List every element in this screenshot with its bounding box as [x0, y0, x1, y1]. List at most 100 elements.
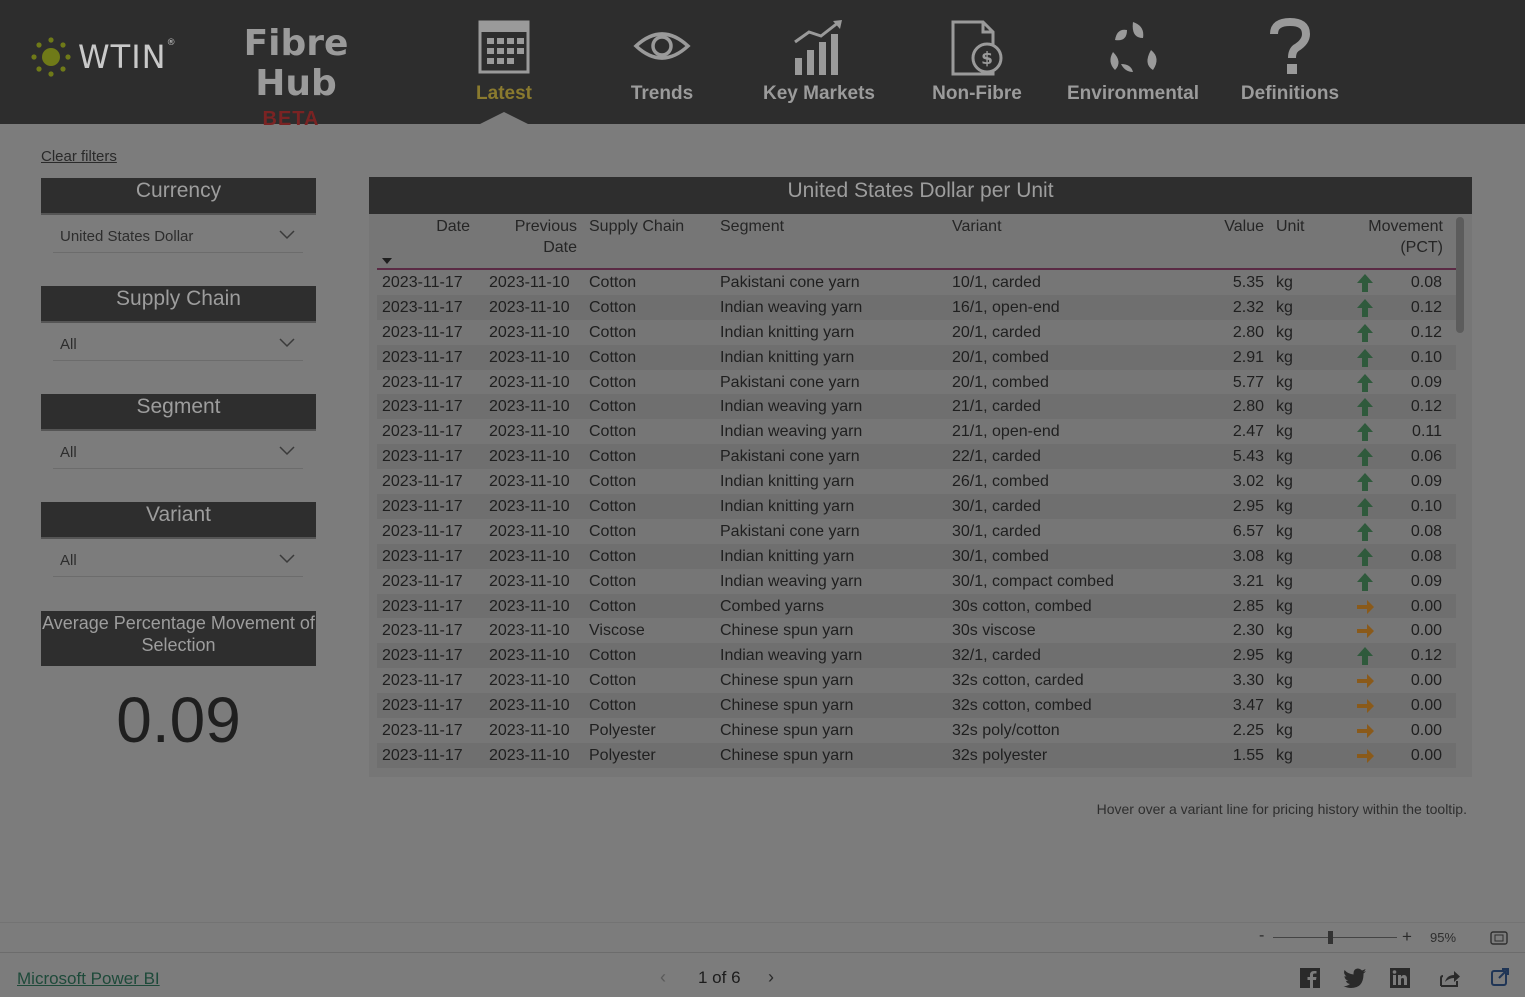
segment-dropdown[interactable]: All: [53, 437, 303, 469]
cell-movement: 0.08: [1410, 274, 1442, 291]
cell-supply-chain: Cotton: [589, 323, 637, 341]
zoom-out-button[interactable]: -: [1259, 927, 1264, 945]
cell-movement: 0.00: [1410, 622, 1442, 640]
facebook-icon[interactable]: [1299, 967, 1321, 989]
arrow-up-icon: [1357, 647, 1373, 666]
variant-dropdown[interactable]: All: [53, 545, 303, 577]
sort-descending-icon[interactable]: [382, 258, 392, 264]
currency-dropdown[interactable]: United States Dollar: [53, 221, 303, 253]
table-row[interactable]: 2023-11-17 2023-11-10 Cotton Pakistani cone…: [377, 444, 1456, 470]
nav-latest[interactable]: Latest: [425, 0, 583, 124]
cell-segment: Indian knitting yarn: [720, 498, 855, 516]
cell-movement: 0.00: [1410, 746, 1442, 764]
cell-variant: 20/1, combed: [952, 373, 1049, 391]
clear-filters-link[interactable]: Clear filters: [41, 148, 117, 165]
nav-key-markets[interactable]: Key Markets: [740, 0, 898, 124]
cell-previous-date: 2023-11-10: [489, 274, 570, 291]
cell-value: 2.47: [1232, 423, 1264, 441]
cell-unit: kg: [1276, 597, 1293, 615]
twitter-icon[interactable]: [1343, 967, 1367, 989]
cell-supply-chain: Cotton: [589, 672, 637, 690]
cell-date: 2023-11-17: [382, 423, 463, 441]
cell-value: 5.35: [1232, 274, 1264, 291]
table-row[interactable]: 2023-11-17 2023-11-10 Polyester Chinese spu…: [377, 742, 1456, 768]
zoom-slider-thumb[interactable]: [1328, 931, 1333, 944]
cell-value: 2.85: [1232, 597, 1264, 615]
table-row[interactable]: 2023-11-17 2023-11-10 Cotton Indian knittin…: [377, 320, 1456, 345]
table-row[interactable]: 2023-11-17 2023-11-10 Cotton Indian weaving…: [377, 569, 1456, 594]
arrow-up-icon: [1357, 522, 1373, 541]
col-header-supply-chain[interactable]: Supply Chain: [589, 216, 684, 237]
nav-environmental[interactable]: Environmental: [1054, 0, 1212, 124]
table-row[interactable]: 2023-11-17 2023-11-10 Cotton Indian weaving…: [377, 394, 1456, 420]
cell-movement: 0.12: [1410, 323, 1442, 341]
table-row[interactable]: 2023-11-17 2023-11-10 Cotton Pakistani cone…: [377, 270, 1456, 295]
table-row[interactable]: 2023-11-17 2023-11-10 Cotton Indian knittin…: [377, 543, 1456, 569]
cell-variant: 30s viscose: [952, 622, 1036, 640]
table-row[interactable]: 2023-11-17 2023-11-10 Cotton Pakistani cone…: [377, 370, 1456, 395]
col-header-date[interactable]: Date: [409, 216, 470, 237]
cell-date: 2023-11-17: [382, 572, 463, 590]
cell-unit: kg: [1276, 622, 1293, 640]
cell-value: 5.43: [1232, 448, 1264, 466]
top-banner: WTIN® Fibre Hub BETA Latest Trends Key M…: [0, 0, 1525, 130]
cell-unit: kg: [1276, 448, 1293, 466]
next-page-button[interactable]: ›: [768, 967, 774, 988]
table-row[interactable]: 2023-11-17 2023-11-10 Cotton Combed yarns 30…: [377, 593, 1456, 619]
table-row[interactable]: 2023-11-17 2023-11-10 Cotton Indian knittin…: [377, 494, 1456, 519]
col-header-movement[interactable]: Movement (PCT): [1333, 216, 1443, 258]
cell-segment: Chinese spun yarn: [720, 697, 854, 715]
zoom-slider-track[interactable]: [1273, 937, 1397, 938]
table-row[interactable]: 2023-11-17 2023-11-10 Cotton Pakistani cone…: [377, 519, 1456, 544]
col-header-segment[interactable]: Segment: [720, 216, 784, 237]
share-icon[interactable]: [1439, 967, 1461, 989]
wtin-logo[interactable]: WTIN®: [30, 36, 177, 78]
col-header-previous-date[interactable]: Previous Date: [489, 216, 577, 258]
table-row[interactable]: 2023-11-17 2023-11-10 Cotton Indian knittin…: [377, 469, 1456, 494]
cell-previous-date: 2023-11-10: [489, 597, 570, 615]
chevron-down-icon: [279, 554, 295, 564]
table-row[interactable]: 2023-11-17 2023-11-10 Viscose Chinese spun …: [377, 618, 1456, 643]
table-row[interactable]: 2023-11-17 2023-11-10 Cotton Chinese spun y…: [377, 693, 1456, 719]
cell-previous-date: 2023-11-10: [489, 547, 570, 565]
supply-chain-dropdown[interactable]: All: [53, 329, 303, 361]
question-mark-icon: [1270, 18, 1311, 74]
cell-value: 5.77: [1232, 373, 1264, 391]
powerbi-link[interactable]: Microsoft Power BI: [17, 969, 160, 989]
cell-variant: 30/1, carded: [952, 522, 1041, 540]
vertical-scrollbar[interactable]: [1456, 217, 1464, 333]
cell-date: 2023-11-17: [382, 622, 463, 640]
cell-value: 3.47: [1232, 697, 1264, 715]
col-header-unit[interactable]: Unit: [1276, 216, 1304, 237]
col-header-value[interactable]: Value: [1209, 216, 1264, 237]
table-row[interactable]: 2023-11-17 2023-11-10 Cotton Indian weaving…: [377, 643, 1456, 669]
cell-date: 2023-11-17: [382, 298, 463, 316]
nav-trends[interactable]: Trends: [583, 0, 741, 124]
table-row[interactable]: 2023-11-17 2023-11-10 Cotton Indian weaving…: [377, 419, 1456, 444]
cell-variant: 32/1, carded: [952, 647, 1041, 665]
col-header-variant[interactable]: Variant: [952, 216, 1002, 237]
table-row[interactable]: 2023-11-17 2023-11-10 Cotton Indian weaving…: [377, 294, 1456, 320]
linkedin-icon[interactable]: [1389, 967, 1411, 989]
nav-non-fibre[interactable]: $ Non-Fibre: [898, 0, 1056, 124]
open-external-icon[interactable]: [1490, 967, 1510, 987]
previous-page-button[interactable]: ‹: [660, 967, 666, 988]
cell-segment: Indian knitting yarn: [720, 473, 855, 491]
cell-variant: 21/1, open-end: [952, 423, 1060, 441]
cell-value: 3.21: [1232, 572, 1264, 590]
table-body: 2023-11-17 2023-11-10 Cotton Pakistani cone…: [377, 270, 1456, 768]
chevron-down-icon: [279, 230, 295, 240]
table-row[interactable]: 2023-11-17 2023-11-10 Cotton Chinese spun y…: [377, 668, 1456, 693]
cell-value: 3.30: [1232, 672, 1264, 690]
arrow-up-icon: [1357, 423, 1373, 442]
fit-to-page-icon[interactable]: [1490, 931, 1508, 945]
table-row[interactable]: 2023-11-17 2023-11-10 Polyester Chinese spu…: [377, 718, 1456, 743]
table-row[interactable]: 2023-11-17 2023-11-10 Cotton Indian knittin…: [377, 344, 1456, 370]
arrow-right-icon: [1357, 748, 1374, 763]
cell-date: 2023-11-17: [382, 274, 463, 291]
zoom-in-button[interactable]: +: [1402, 927, 1412, 947]
nav-definitions[interactable]: Definitions: [1211, 0, 1369, 124]
cell-previous-date: 2023-11-10: [489, 373, 570, 391]
cell-value: 2.95: [1232, 647, 1264, 665]
cell-unit: kg: [1276, 323, 1293, 341]
